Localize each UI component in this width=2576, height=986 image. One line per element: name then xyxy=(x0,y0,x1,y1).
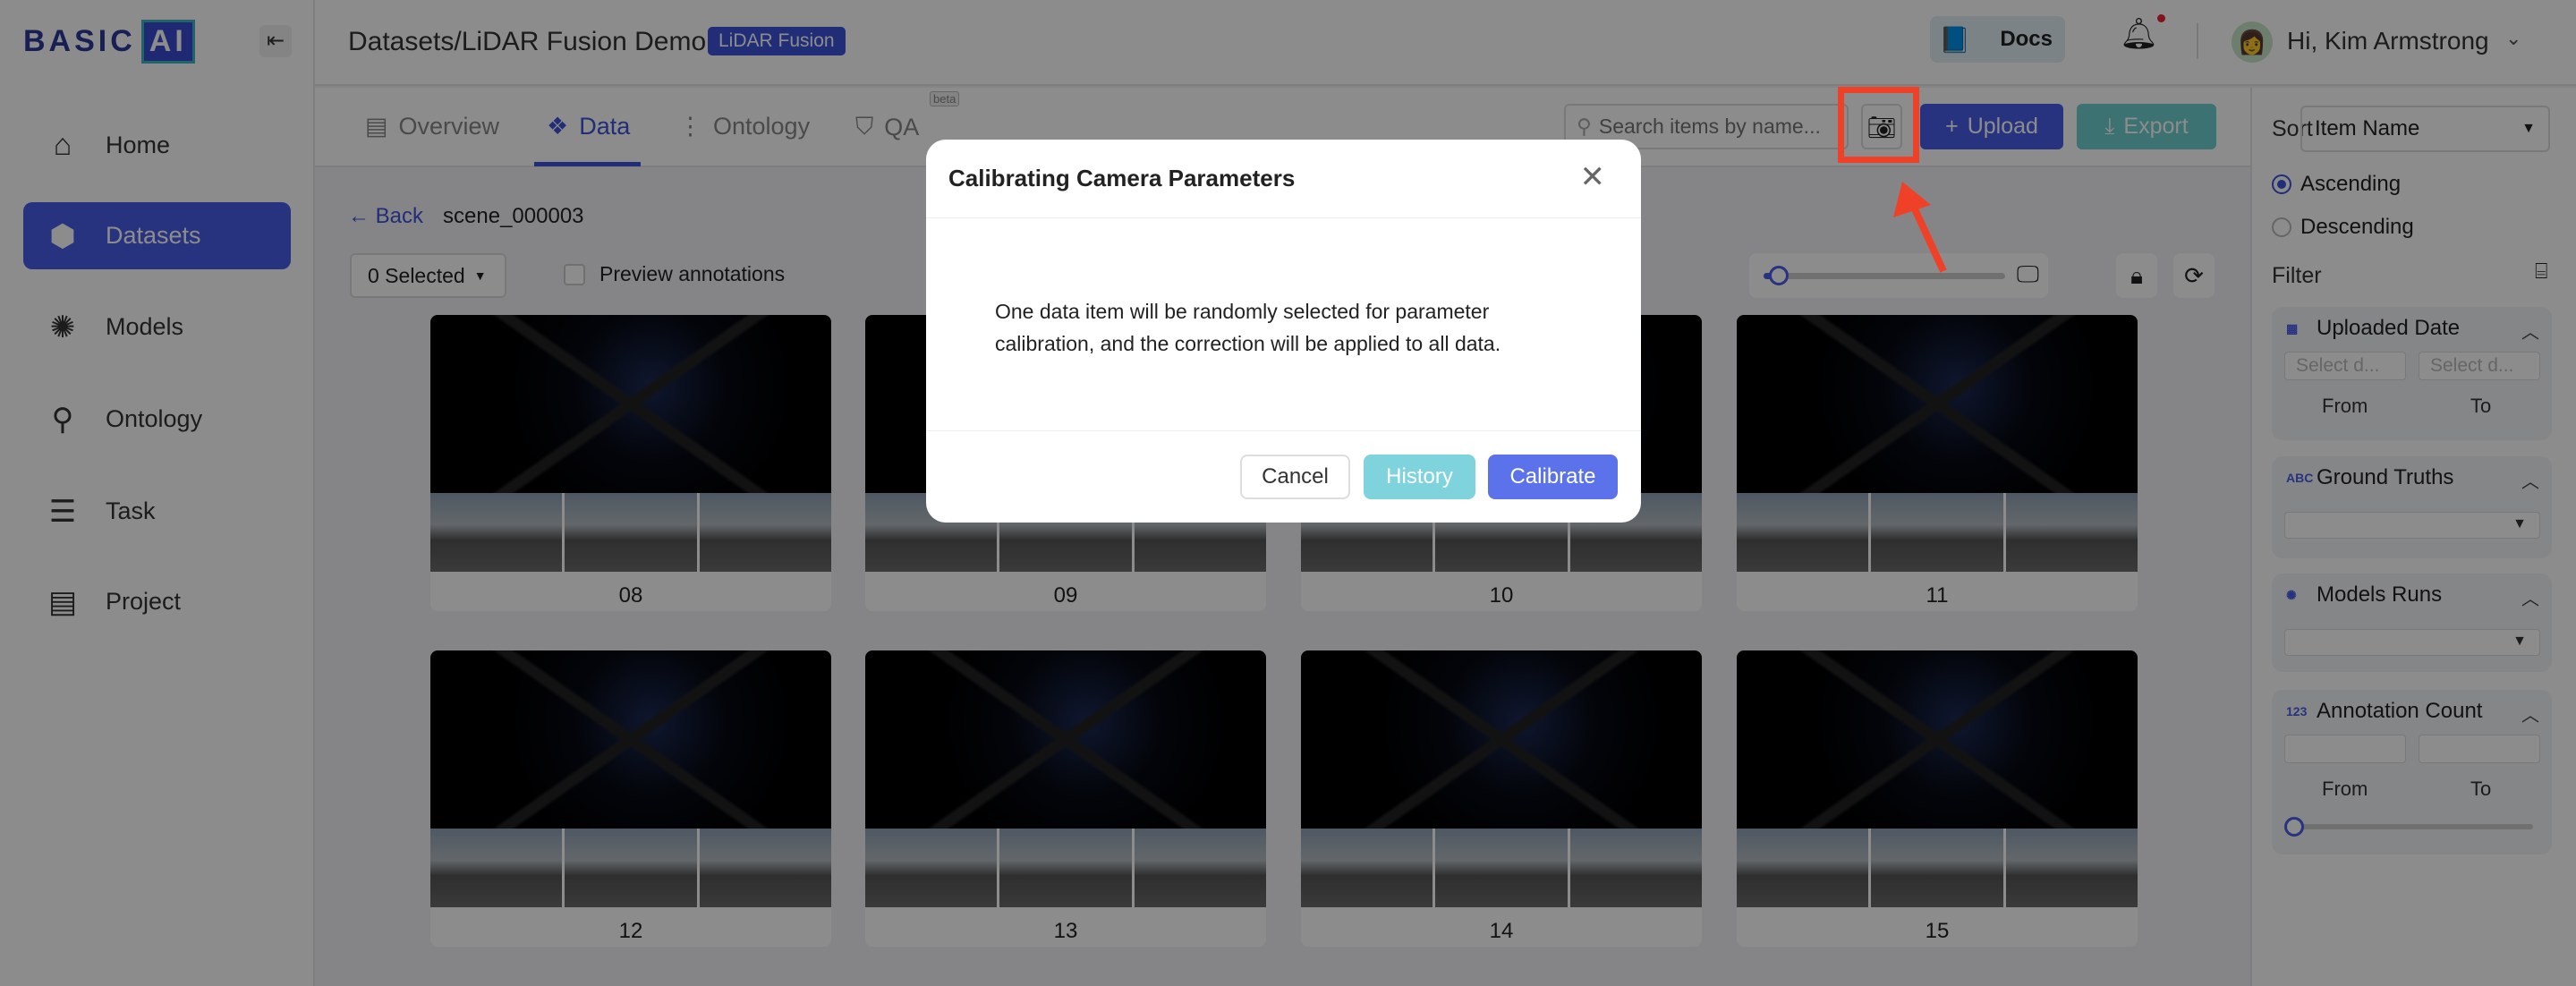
dialog-title: Calibrating Camera Parameters xyxy=(948,165,1296,191)
calibrate-button[interactable]: Calibrate xyxy=(1488,455,1618,499)
arrow-shaft xyxy=(1908,200,1947,273)
annotation-arrow xyxy=(1893,182,1947,273)
dialog-message: One data item will be randomly selected … xyxy=(995,300,1501,355)
close-icon[interactable]: ✕ xyxy=(1580,159,1606,195)
highlight-box xyxy=(1838,87,1919,163)
arrow-head xyxy=(1893,182,1931,217)
history-button[interactable]: History xyxy=(1364,455,1475,499)
cancel-button[interactable]: Cancel xyxy=(1240,455,1350,499)
divider xyxy=(926,217,1641,218)
divider xyxy=(926,430,1641,431)
calibration-dialog: Calibrating Camera Parameters ✕ One data… xyxy=(926,140,1641,523)
